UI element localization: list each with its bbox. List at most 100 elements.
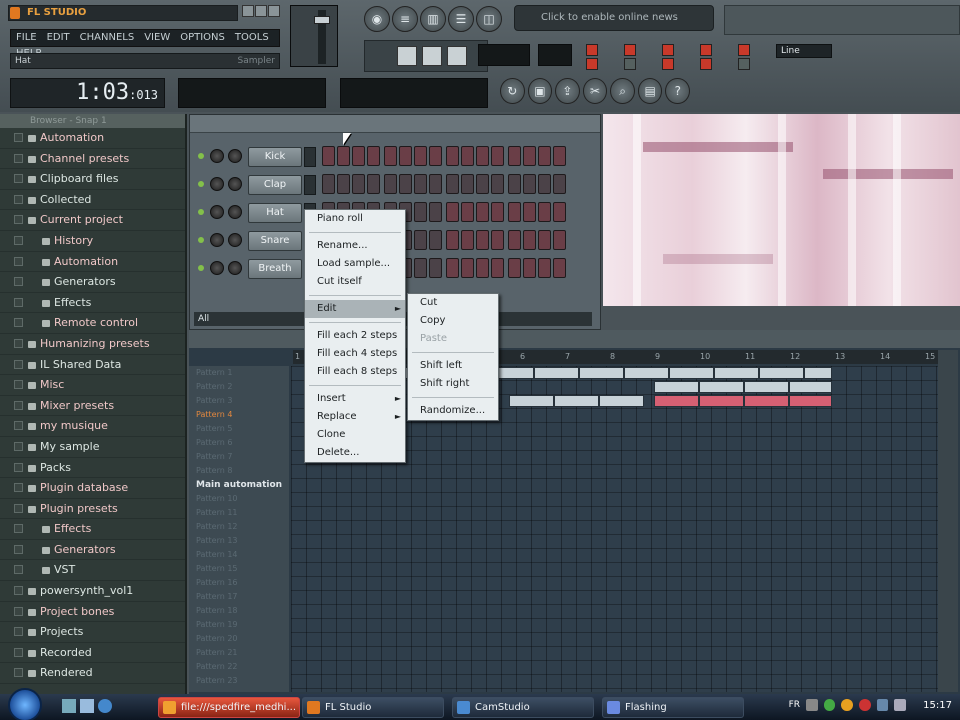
menu-item[interactable]: Fill each 2 steps — [305, 327, 405, 345]
browser-item[interactable]: Remote control — [0, 313, 185, 334]
pattern-clip[interactable] — [804, 367, 832, 379]
tempo-display[interactable] — [478, 44, 530, 66]
channel-button-breath[interactable]: Breath — [248, 259, 302, 279]
pattern-clip[interactable] — [579, 367, 624, 379]
pattern-clip[interactable] — [534, 367, 579, 379]
step-button[interactable] — [553, 230, 566, 250]
step-button[interactable] — [337, 146, 350, 166]
menu-item[interactable]: Clone — [305, 426, 405, 444]
expand-icon[interactable] — [14, 606, 23, 616]
pattern-name[interactable]: Pattern 14 — [189, 548, 289, 562]
pattern-clip[interactable] — [509, 395, 554, 407]
pattern-name[interactable]: Pattern 15 — [189, 562, 289, 576]
expand-icon[interactable] — [14, 565, 23, 575]
step-button[interactable] — [523, 202, 536, 222]
pattern-name[interactable]: Pattern 7 — [189, 450, 289, 464]
step-button[interactable] — [553, 258, 566, 278]
step-button[interactable] — [429, 258, 442, 278]
menu-item[interactable]: Replace ► — [305, 408, 405, 426]
expand-icon[interactable] — [14, 133, 23, 142]
pattern-clip-selected[interactable] — [654, 395, 699, 407]
step-button[interactable] — [384, 174, 397, 194]
menu-item[interactable]: Fill each 8 steps — [305, 363, 405, 381]
option-switch[interactable] — [738, 58, 750, 70]
playlist-icon[interactable]: ≡ — [392, 6, 418, 32]
tray-icon[interactable] — [806, 699, 818, 711]
tray-icon[interactable] — [823, 699, 836, 711]
step-button[interactable] — [538, 230, 551, 250]
step-button[interactable] — [352, 146, 365, 166]
option-switch[interactable] — [662, 44, 674, 56]
menu-item[interactable]: Fill each 4 steps — [305, 345, 405, 363]
menu-item[interactable]: Randomize... — [408, 402, 498, 420]
menu-item[interactable]: Insert ► — [305, 390, 405, 408]
browser-item[interactable]: Clipboard files — [0, 169, 185, 190]
pattern-name[interactable]: Pattern 12 — [189, 520, 289, 534]
step-button[interactable] — [476, 174, 489, 194]
browser-item[interactable]: Packs — [0, 458, 185, 479]
pattern-clip[interactable] — [669, 367, 714, 379]
pattern-display[interactable] — [538, 44, 572, 66]
pattern-name[interactable]: Pattern 4 — [189, 408, 289, 422]
pattern-name[interactable]: Pattern 21 — [189, 646, 289, 660]
expand-icon[interactable] — [14, 627, 23, 637]
browser-item[interactable]: Mixer presets — [0, 396, 185, 417]
pattern-clip[interactable] — [744, 381, 789, 393]
pattern-name[interactable]: Pattern 22 — [189, 660, 289, 674]
pattern-clip-selected[interactable] — [789, 395, 832, 407]
step-button[interactable] — [414, 258, 427, 278]
minimize-icon[interactable] — [242, 5, 254, 17]
browser-item[interactable]: Collected — [0, 190, 185, 211]
menu-item[interactable]: Load sample... — [305, 255, 405, 273]
task-button[interactable]: Flashing — [602, 697, 744, 718]
step-button[interactable] — [491, 146, 504, 166]
step-button[interactable] — [429, 230, 442, 250]
expand-icon[interactable] — [14, 462, 23, 472]
menu-view[interactable]: VIEW — [139, 30, 175, 46]
step-button[interactable] — [538, 202, 551, 222]
expand-icon[interactable] — [14, 194, 23, 204]
pattern-clip[interactable] — [714, 367, 759, 379]
menu-item[interactable]: Shift left — [408, 357, 498, 375]
pattern-clip-selected[interactable] — [699, 395, 744, 407]
browser-item[interactable]: Projects — [0, 622, 185, 643]
play-mode-icon[interactable]: ◉ — [364, 6, 390, 32]
menu-item[interactable]: Cut — [408, 294, 498, 312]
step-button[interactable] — [446, 230, 459, 250]
browser-item[interactable]: IL Shared Data — [0, 355, 185, 376]
step-button[interactable] — [414, 146, 427, 166]
expand-icon[interactable] — [14, 668, 23, 678]
pattern-name[interactable]: Pattern 19 — [189, 618, 289, 632]
volume-handle[interactable] — [314, 16, 330, 24]
expand-icon[interactable] — [14, 400, 23, 410]
step-button[interactable] — [367, 146, 380, 166]
step-button[interactable] — [508, 230, 521, 250]
step-button[interactable] — [523, 146, 536, 166]
browser-item[interactable]: Humanizing presets — [0, 334, 185, 355]
step-button[interactable] — [446, 258, 459, 278]
browser-item[interactable]: Current project — [0, 210, 185, 231]
option-switch[interactable] — [586, 58, 598, 70]
browser-item[interactable]: Plugin database — [0, 478, 185, 499]
browser-item[interactable]: Misc — [0, 375, 185, 396]
step-button[interactable] — [508, 146, 521, 166]
expand-icon[interactable] — [14, 380, 23, 390]
menu-item[interactable]: Copy — [408, 312, 498, 330]
step-button[interactable] — [367, 174, 380, 194]
export-icon[interactable]: ⇪ — [555, 78, 580, 104]
channel-button-kick[interactable]: Kick — [248, 147, 302, 167]
volume-icon[interactable] — [894, 699, 907, 711]
option-switch[interactable] — [624, 58, 636, 70]
option-switch[interactable] — [662, 58, 674, 70]
step-button[interactable] — [384, 146, 397, 166]
step-button[interactable] — [523, 258, 536, 278]
step-button[interactable] — [429, 146, 442, 166]
option-switch[interactable] — [700, 58, 712, 70]
channel-led[interactable] — [198, 153, 204, 159]
step-button[interactable] — [508, 258, 521, 278]
expand-icon[interactable] — [14, 421, 23, 431]
pan-knob[interactable] — [210, 205, 224, 219]
playlist-scrollbar[interactable] — [938, 350, 958, 692]
step-button[interactable] — [476, 230, 489, 250]
browser-item[interactable]: VST — [0, 560, 185, 582]
